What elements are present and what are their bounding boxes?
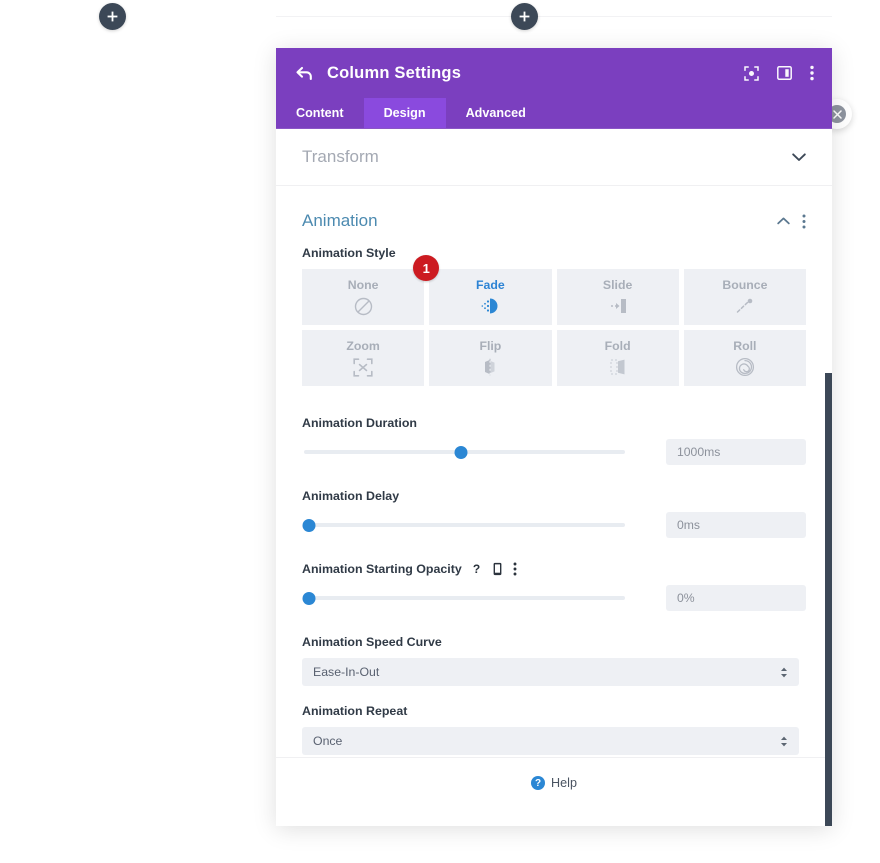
column-settings-modal: Column Settings Content Design Advanced … [276,48,832,826]
animation-delay-label-text: Animation Delay [302,489,400,503]
animation-duration-label: Animation Duration [302,416,806,430]
svg-text:?: ? [473,562,480,576]
focus-target-icon[interactable] [744,65,759,81]
animation-delay-label: Animation Delay [302,489,806,503]
page-title: Column Settings [327,63,462,82]
fold-page-icon [608,357,628,377]
animation-repeat-select[interactable]: Once [302,727,799,755]
responsive-device-icon[interactable] [492,562,503,576]
help-question-icon: ? [531,776,546,790]
more-options-icon[interactable] [802,214,806,229]
animation-delay-row: 0ms [302,512,806,538]
slide-arrow-icon [607,296,629,316]
help-link-label: Help [551,776,577,790]
animation-option-label: Flip [479,339,502,353]
builder-page: Column Settings Content Design Advanced … [0,0,880,863]
animation-option-label: Bounce [722,278,768,292]
add-section-button-center[interactable] [511,3,538,30]
animation-option-flip[interactable]: Flip [429,330,552,386]
slider-thumb[interactable] [302,591,316,605]
slider-track [304,523,625,527]
animation-starting-opacity-input[interactable]: 0% [666,585,806,611]
animation-delay-slider[interactable] [302,515,625,535]
animation-option-slide[interactable]: Slide [556,269,679,325]
add-section-button-left[interactable] [99,3,126,30]
animation-duration-slider[interactable] [304,442,625,462]
fade-dots-icon [479,296,501,316]
section-transform-title: Transform [302,147,379,166]
help-question-icon[interactable]: ? [471,562,482,576]
modal-scrollbar[interactable] [825,373,832,826]
roll-spiral-icon [735,357,755,377]
animation-style-label: Animation Style [302,246,806,260]
animation-style-label-text: Animation Style [302,246,396,260]
animation-duration-label-text: Animation Duration [302,416,417,430]
tab-content[interactable]: Content [276,98,364,128]
help-link[interactable]: ? Help [276,776,832,790]
modal-header: Column Settings [276,48,832,98]
slider-track [304,596,625,600]
animation-option-label: Zoom [346,339,380,353]
more-options-icon[interactable] [810,65,814,81]
animation-option-label: Slide [602,278,633,292]
tab-advanced[interactable]: Advanced [446,98,546,128]
animation-starting-opacity-label: Animation Starting Opacity ? [302,562,806,576]
panel-layout-icon[interactable] [777,66,792,80]
animation-option-roll[interactable]: Roll [683,330,806,386]
animation-starting-opacity-slider[interactable] [302,588,625,608]
slider-thumb[interactable] [302,518,316,532]
step-badge-1: 1 [413,255,440,281]
animation-style-grid: None 1 Fade Slide Bounce Zoom Flip Fold … [302,255,806,386]
animation-duration-row: 1000ms [302,439,806,465]
animation-starting-opacity-row: 0% [302,585,806,611]
animation-delay-input[interactable]: 0ms [666,512,806,538]
animation-option-label: Roll [733,339,757,353]
flip-card-icon [480,357,500,377]
animation-speed-curve-label: Animation Speed Curve [302,635,806,649]
section-animation-controls [777,214,806,229]
animation-option-label: Fold [604,339,631,353]
animation-option-label: None [347,278,379,292]
animation-repeat-label-text: Animation Repeat [302,704,408,718]
chevron-down-icon[interactable] [792,152,806,162]
animation-repeat-value: Once [313,734,343,748]
animation-option-zoom[interactable]: Zoom [302,330,425,386]
animation-option-fade[interactable]: 1 Fade [413,255,552,325]
animation-starting-opacity-controls: ? [471,562,517,576]
section-animation-title: Animation [302,211,378,230]
animation-option-fold[interactable]: Fold [556,330,679,386]
animation-option-label: Fade [476,278,505,292]
animation-duration-input[interactable]: 1000ms [666,439,806,465]
body-divider [276,757,832,758]
animation-speed-curve-select[interactable]: Ease-In-Out [302,658,799,686]
section-animation-header: Animation [302,196,806,246]
tab-design[interactable]: Design [363,98,446,128]
no-entry-icon [354,296,373,316]
animation-starting-opacity-label-text: Animation Starting Opacity [302,562,462,576]
section-animation: Animation Animation Style None 1 Fade Sl… [276,196,832,755]
animation-option-none[interactable]: None [302,269,425,325]
modal-tabs: Content Design Advanced [276,98,832,129]
modal-body: Transform Animation Animation Style None… [276,129,832,826]
animation-option-bounce[interactable]: Bounce [683,269,806,325]
section-transform[interactable]: Transform [276,129,832,186]
animation-speed-curve-value: Ease-In-Out [313,665,380,679]
animation-speed-curve-label-text: Animation Speed Curve [302,635,442,649]
animation-repeat-label: Animation Repeat [302,704,806,718]
modal-header-actions [744,65,814,81]
slider-thumb[interactable] [454,445,468,459]
select-arrows-icon [780,736,788,747]
back-arrow-icon[interactable] [296,66,313,81]
chevron-up-icon[interactable] [777,217,790,225]
bounce-ball-icon [734,296,756,316]
more-options-icon[interactable] [513,562,517,576]
zoom-expand-icon [353,357,373,377]
select-arrows-icon [780,667,788,678]
row-divider [276,16,832,17]
